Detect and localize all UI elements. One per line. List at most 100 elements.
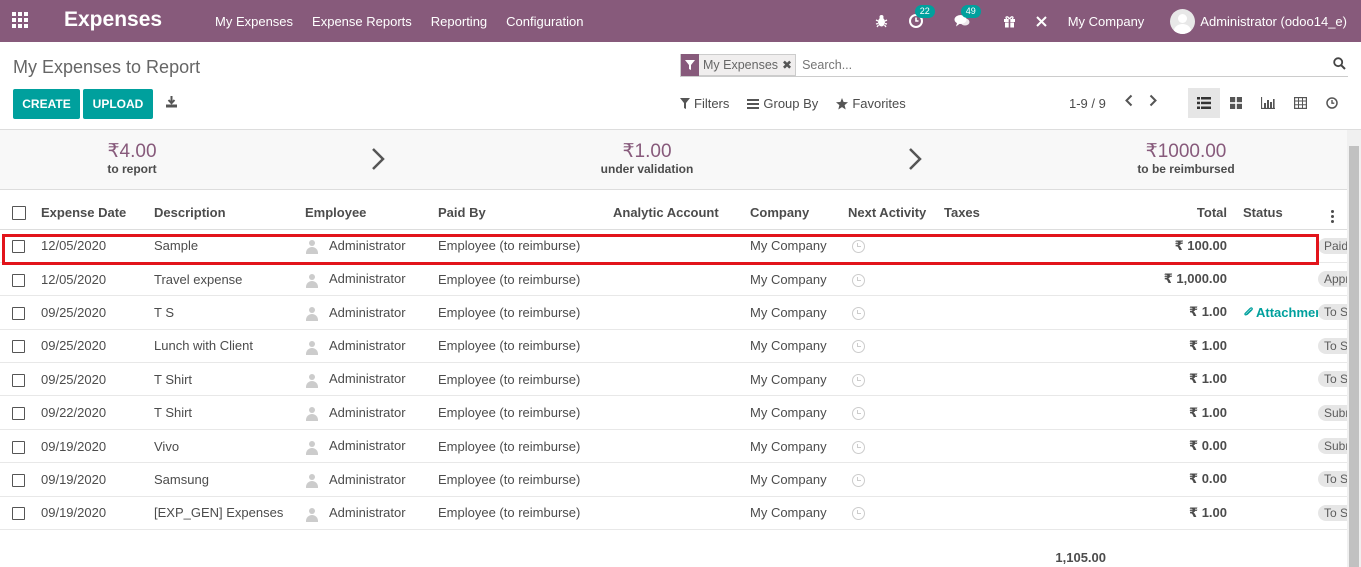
menu-expense-reports[interactable]: Expense Reports: [312, 14, 412, 29]
expense-description: Samsung: [154, 462, 305, 497]
activity-clock-icon[interactable]: [852, 440, 865, 454]
activity-clock-icon[interactable]: [852, 407, 865, 421]
facet-remove-icon[interactable]: ✖: [782, 58, 792, 72]
header-company[interactable]: Company: [750, 196, 848, 230]
filters-button[interactable]: Filters: [680, 96, 729, 111]
pivot-view-icon[interactable]: [1284, 88, 1316, 118]
activity-clock-icon[interactable]: 22: [906, 5, 935, 28]
row-checkbox[interactable]: [12, 307, 25, 320]
scrollbar[interactable]: [1347, 130, 1361, 567]
select-all-checkbox[interactable]: [12, 206, 26, 221]
create-button[interactable]: CREATE: [13, 89, 80, 119]
expense-dashboard: ₹4.00 to report ₹1.00 under validation ₹…: [0, 130, 1347, 190]
table-row[interactable]: 12/05/2020 Sample Administrator Employee (t…: [0, 229, 1347, 263]
header-description[interactable]: Description: [154, 196, 305, 230]
user-icon: [305, 273, 319, 288]
expense-date: 09/19/2020: [41, 429, 154, 464]
attachment-cell: [1227, 496, 1318, 531]
row-checkbox[interactable]: [12, 407, 25, 421]
activity-clock-icon[interactable]: [852, 473, 865, 487]
table-row[interactable]: 09/25/2020 Lunch with Client Administrator…: [0, 329, 1347, 364]
user-menu[interactable]: Administrator (odoo14_e): [1170, 8, 1347, 34]
header-total[interactable]: Total: [1106, 196, 1227, 230]
row-checkbox[interactable]: [12, 473, 25, 487]
expense-total: ₹ 100.00: [1106, 229, 1227, 263]
expense-description: T Shirt: [154, 395, 305, 430]
activity-clock-icon[interactable]: [852, 373, 865, 387]
expense-description: Travel expense: [154, 262, 305, 297]
activity-view-icon[interactable]: [1316, 88, 1348, 118]
row-checkbox[interactable]: [12, 373, 25, 387]
expense-date: 09/25/2020: [41, 295, 154, 330]
top-navbar: Expenses My Expenses Expense Reports Rep…: [0, 0, 1361, 42]
header-paid-by[interactable]: Paid By: [438, 196, 613, 230]
row-checkbox[interactable]: [12, 440, 25, 454]
pager-value[interactable]: 1-9 / 9: [1069, 96, 1106, 111]
header-status[interactable]: Status: [1227, 196, 1318, 230]
attachments-link[interactable]: Attachments: [1243, 305, 1318, 320]
table-row[interactable]: 09/22/2020 T Shirt Administrator Employee (…: [0, 395, 1347, 430]
status-badge: To Submit: [1318, 337, 1347, 354]
paid-by: Employee (to reimburse): [438, 462, 613, 497]
header-expense-date[interactable]: Expense Date: [41, 196, 154, 230]
row-checkbox[interactable]: [12, 340, 25, 354]
activity-clock-icon[interactable]: [852, 507, 865, 521]
status-cell: To Submit: [1318, 496, 1347, 531]
app-title[interactable]: Expenses: [64, 8, 162, 32]
table-row[interactable]: 09/25/2020 T S Administrator Employee (to r…: [0, 295, 1347, 330]
status-cell: Paid: [1318, 229, 1347, 263]
search-input[interactable]: [802, 57, 1303, 72]
expense-date: 09/25/2020: [41, 362, 154, 397]
list-view-icon[interactable]: [1188, 88, 1220, 118]
expense-total: ₹ 1.00: [1106, 395, 1227, 430]
under-validation-summary[interactable]: ₹1.00 under validation: [587, 142, 707, 177]
messages-icon[interactable]: 49: [952, 5, 981, 28]
apps-menu-icon[interactable]: [12, 12, 30, 30]
row-checkbox[interactable]: [12, 240, 25, 254]
optional-columns-toggle[interactable]: [1318, 196, 1347, 230]
to-report-summary[interactable]: ₹4.00 to report: [82, 142, 182, 177]
menu-my-expenses[interactable]: My Expenses: [215, 14, 293, 29]
scrollbar-thumb[interactable]: [1349, 146, 1359, 567]
company: My Company: [750, 295, 848, 330]
menu-configuration[interactable]: Configuration: [506, 14, 583, 29]
kanban-view-icon[interactable]: [1220, 88, 1252, 118]
table-row[interactable]: 09/19/2020 [EXP_GEN] Expenses Administrato…: [0, 496, 1347, 531]
bug-icon[interactable]: [872, 14, 892, 28]
header-analytic-account[interactable]: Analytic Account: [613, 196, 750, 230]
company-switcher[interactable]: My Company: [1068, 14, 1145, 29]
avatar: [1170, 8, 1196, 34]
activity-count-badge: 22: [914, 5, 935, 18]
group-by-button[interactable]: Group By: [747, 96, 818, 111]
table-row[interactable]: 12/05/2020 Travel expense Administrator Emp…: [0, 262, 1347, 297]
row-checkbox[interactable]: [12, 507, 25, 521]
activity-clock-icon[interactable]: [852, 273, 865, 287]
favorites-button[interactable]: Favorites: [836, 96, 906, 111]
status-badge: To Submit: [1318, 371, 1347, 388]
table-row[interactable]: 09/25/2020 T Shirt Administrator Employee (…: [0, 362, 1347, 397]
table-row[interactable]: 09/19/2020 Vivo Administrator Employee (to …: [0, 429, 1347, 464]
activity-clock-icon[interactable]: [852, 307, 865, 320]
row-select-cell: [0, 462, 41, 497]
gift-icon[interactable]: [1000, 15, 1020, 28]
pager-next-icon[interactable]: [1148, 94, 1158, 107]
chevron-right-icon: [909, 148, 922, 170]
to-be-reimbursed-summary[interactable]: ₹1000.00 to be reimbursed: [1121, 142, 1251, 177]
menu-reporting[interactable]: Reporting: [431, 14, 487, 29]
row-checkbox[interactable]: [12, 273, 25, 287]
activity-clock-icon[interactable]: [852, 240, 865, 254]
activity-clock-icon[interactable]: [852, 340, 865, 354]
table-row[interactable]: 09/19/2020 Samsung Administrator Employee (…: [0, 462, 1347, 497]
expense-description: [EXP_GEN] Expenses: [154, 496, 305, 531]
header-next-activity[interactable]: Next Activity: [848, 196, 944, 230]
search-icon[interactable]: [1333, 57, 1346, 75]
header-employee[interactable]: Employee: [305, 196, 438, 230]
download-icon[interactable]: [165, 95, 179, 109]
upload-button[interactable]: UPLOAD: [83, 89, 153, 119]
tools-icon[interactable]: [1032, 15, 1052, 28]
pager-previous-icon[interactable]: [1124, 94, 1134, 107]
graph-view-icon[interactable]: [1252, 88, 1284, 118]
next-activity-cell: [848, 462, 944, 497]
next-activity-cell: [848, 229, 944, 263]
header-taxes[interactable]: Taxes: [944, 196, 1106, 230]
